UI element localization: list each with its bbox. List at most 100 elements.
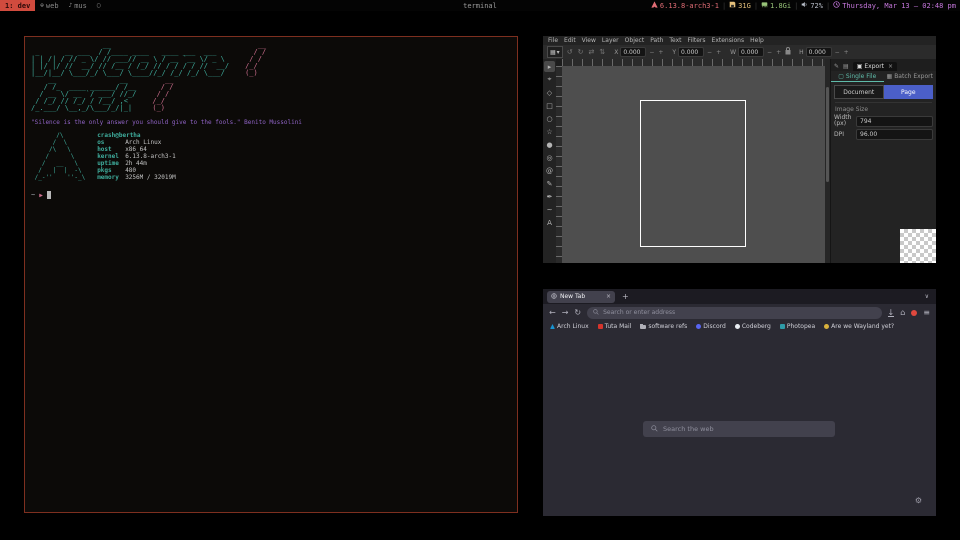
tool-button[interactable]: ● xyxy=(544,139,555,150)
browser-window[interactable]: New Tab × + ∨ ← → ↻ Search or enter addr… xyxy=(543,289,936,516)
bookmark-item[interactable]: Arch Linux xyxy=(550,323,589,330)
volume-icon xyxy=(801,1,808,10)
forward-button[interactable]: → xyxy=(562,309,569,317)
close-tab-icon[interactable]: × xyxy=(606,293,611,300)
bookmark-item[interactable]: Tuta Mail xyxy=(598,323,632,330)
menu-item[interactable]: Text xyxy=(666,37,684,44)
flip-vertical-button[interactable]: ⇅ xyxy=(598,48,606,56)
rotate-right-button[interactable]: ↻ xyxy=(577,48,585,56)
layers-dialog-icon[interactable]: ▤ xyxy=(843,63,849,71)
single-file-tab[interactable]: ▢ Single File xyxy=(831,71,884,82)
tool-button[interactable]: ◇ xyxy=(544,87,555,98)
dpi-input[interactable]: 96.00 xyxy=(856,129,933,140)
menu-button[interactable]: ≡ xyxy=(923,309,930,317)
fetch-row: uptime2h 44m xyxy=(97,160,176,167)
document-button[interactable]: Document xyxy=(834,85,884,99)
workspace-dev[interactable]: 1: dev xyxy=(0,0,35,11)
menu-item[interactable]: View xyxy=(579,37,599,44)
tool-button[interactable]: □ xyxy=(544,100,555,111)
bookmarks-bar: Arch Linux Tuta Mail software refs Discord C… xyxy=(543,321,936,332)
menu-item[interactable]: Layer xyxy=(599,37,622,44)
menu-item[interactable]: Path xyxy=(647,37,666,44)
scrollbar-thumb[interactable] xyxy=(826,87,829,182)
separator: | xyxy=(754,2,758,10)
x-input[interactable]: 0.000 xyxy=(620,47,646,57)
y-input[interactable]: 0.000 xyxy=(678,47,704,57)
address-bar[interactable]: Search or enter address xyxy=(587,307,881,319)
web-search-box[interactable]: Search the web xyxy=(643,421,835,437)
h-increment-button[interactable]: + xyxy=(843,49,850,56)
clock-icon xyxy=(833,1,840,10)
reload-button[interactable]: ↻ xyxy=(574,309,581,317)
new-tab-button[interactable]: + xyxy=(622,292,629,301)
menu-item[interactable]: Extensions xyxy=(709,37,748,44)
bookmark-label: Discord xyxy=(703,323,726,330)
menu-item[interactable]: Help xyxy=(747,37,767,44)
menu-item[interactable]: Object xyxy=(622,37,648,44)
x-increment-button[interactable]: + xyxy=(657,49,664,56)
menu-item[interactable]: Filters xyxy=(685,37,709,44)
bookmark-item[interactable]: Codeberg xyxy=(735,323,771,330)
tool-button[interactable]: ☆ xyxy=(544,126,555,137)
personalize-gear-icon[interactable]: ⚙ xyxy=(915,496,922,505)
x-decrement-button[interactable]: − xyxy=(648,49,655,56)
fetch-value: Arch Linux xyxy=(125,139,161,146)
tool-button[interactable]: ○ xyxy=(544,113,555,124)
folder-icon xyxy=(640,325,646,329)
back-button[interactable]: ← xyxy=(549,309,556,317)
menu-item[interactable]: File xyxy=(545,37,561,44)
y-decrement-button[interactable]: − xyxy=(706,49,713,56)
fill-stroke-dialog-icon[interactable]: ✎ xyxy=(834,63,839,71)
bookmark-item[interactable]: Photopea xyxy=(780,323,815,330)
bookmark-item[interactable]: Are we Wayland yet? xyxy=(824,323,894,330)
extension-status-icon[interactable] xyxy=(911,310,917,316)
tab-list-chevron-icon[interactable]: ∨ xyxy=(925,293,929,300)
y-increment-button[interactable]: + xyxy=(715,49,722,56)
tool-button[interactable]: ⌖ xyxy=(544,74,555,85)
w-increment-button[interactable]: + xyxy=(775,49,782,56)
lock-ratio-icon[interactable] xyxy=(785,47,791,57)
export-icon: ▣ xyxy=(857,63,863,70)
tool-button[interactable]: ✒ xyxy=(544,191,555,202)
export-tab[interactable]: ▣ Export × xyxy=(853,62,897,71)
shell-prompt[interactable]: ~ ▶ xyxy=(31,191,511,199)
width-input[interactable]: 794 xyxy=(856,116,933,127)
flip-horizontal-button[interactable]: ⇄ xyxy=(587,48,595,56)
workspace-scratchpad[interactable]: ▢ xyxy=(92,0,106,11)
close-icon[interactable]: × xyxy=(888,63,893,70)
h-input[interactable]: 0.000 xyxy=(806,47,832,57)
bookmark-item[interactable]: Discord xyxy=(696,323,726,330)
fetch-key: os xyxy=(97,139,125,146)
bookmark-item[interactable]: software refs xyxy=(640,323,687,330)
home-button[interactable]: ⌂ xyxy=(900,309,905,317)
h-decrement-button[interactable]: − xyxy=(834,49,841,56)
selection-mode-dropdown[interactable]: ▦ ▾ xyxy=(547,46,563,58)
canvas[interactable] xyxy=(562,66,825,263)
fetch-row: osArch Linux xyxy=(97,139,176,146)
menu-item[interactable]: Edit xyxy=(561,37,579,44)
browser-navbar: ← → ↻ Search or enter address ↓ ⌂ ≡ xyxy=(543,304,936,321)
inkscape-window[interactable]: FileEditViewLayerObjectPathTextFiltersEx… xyxy=(543,36,936,263)
volume-module: 72% xyxy=(801,1,823,10)
tool-button[interactable]: A xyxy=(544,217,555,228)
w-input[interactable]: 0.000 xyxy=(738,47,764,57)
fetch-value: 2h 44m xyxy=(125,160,147,167)
tool-button[interactable]: ▸ xyxy=(544,61,555,72)
fetch-row: kernel6.13.8-arch3-1 xyxy=(97,153,176,160)
active-tab[interactable]: New Tab × xyxy=(547,291,615,303)
w-decrement-button[interactable]: − xyxy=(766,49,773,56)
fetch-key: host xyxy=(97,146,125,153)
batch-export-tab[interactable]: ▦ Batch Export xyxy=(884,71,937,82)
tool-button[interactable]: ~ xyxy=(544,204,555,215)
terminal-window[interactable]: __ _ __ ___ / /____ ____ ____ ___ ___ | … xyxy=(24,36,518,513)
rotate-left-button[interactable]: ↺ xyxy=(566,48,574,56)
tool-button[interactable]: ◎ xyxy=(544,152,555,163)
tool-button[interactable]: ✎ xyxy=(544,178,555,189)
status-modules: 6.13.8-arch3-1 | 31G | 1.8Gi | 72% | Thu… xyxy=(651,1,960,10)
workspace-web[interactable]: ⊕ web xyxy=(35,0,63,11)
batch-export-icon: ▦ xyxy=(887,73,893,80)
workspace-mus[interactable]: ♪ mus xyxy=(64,0,92,11)
page-button[interactable]: Page xyxy=(884,85,934,99)
downloads-button[interactable]: ↓ xyxy=(888,309,895,317)
tool-button[interactable]: @ xyxy=(544,165,555,176)
